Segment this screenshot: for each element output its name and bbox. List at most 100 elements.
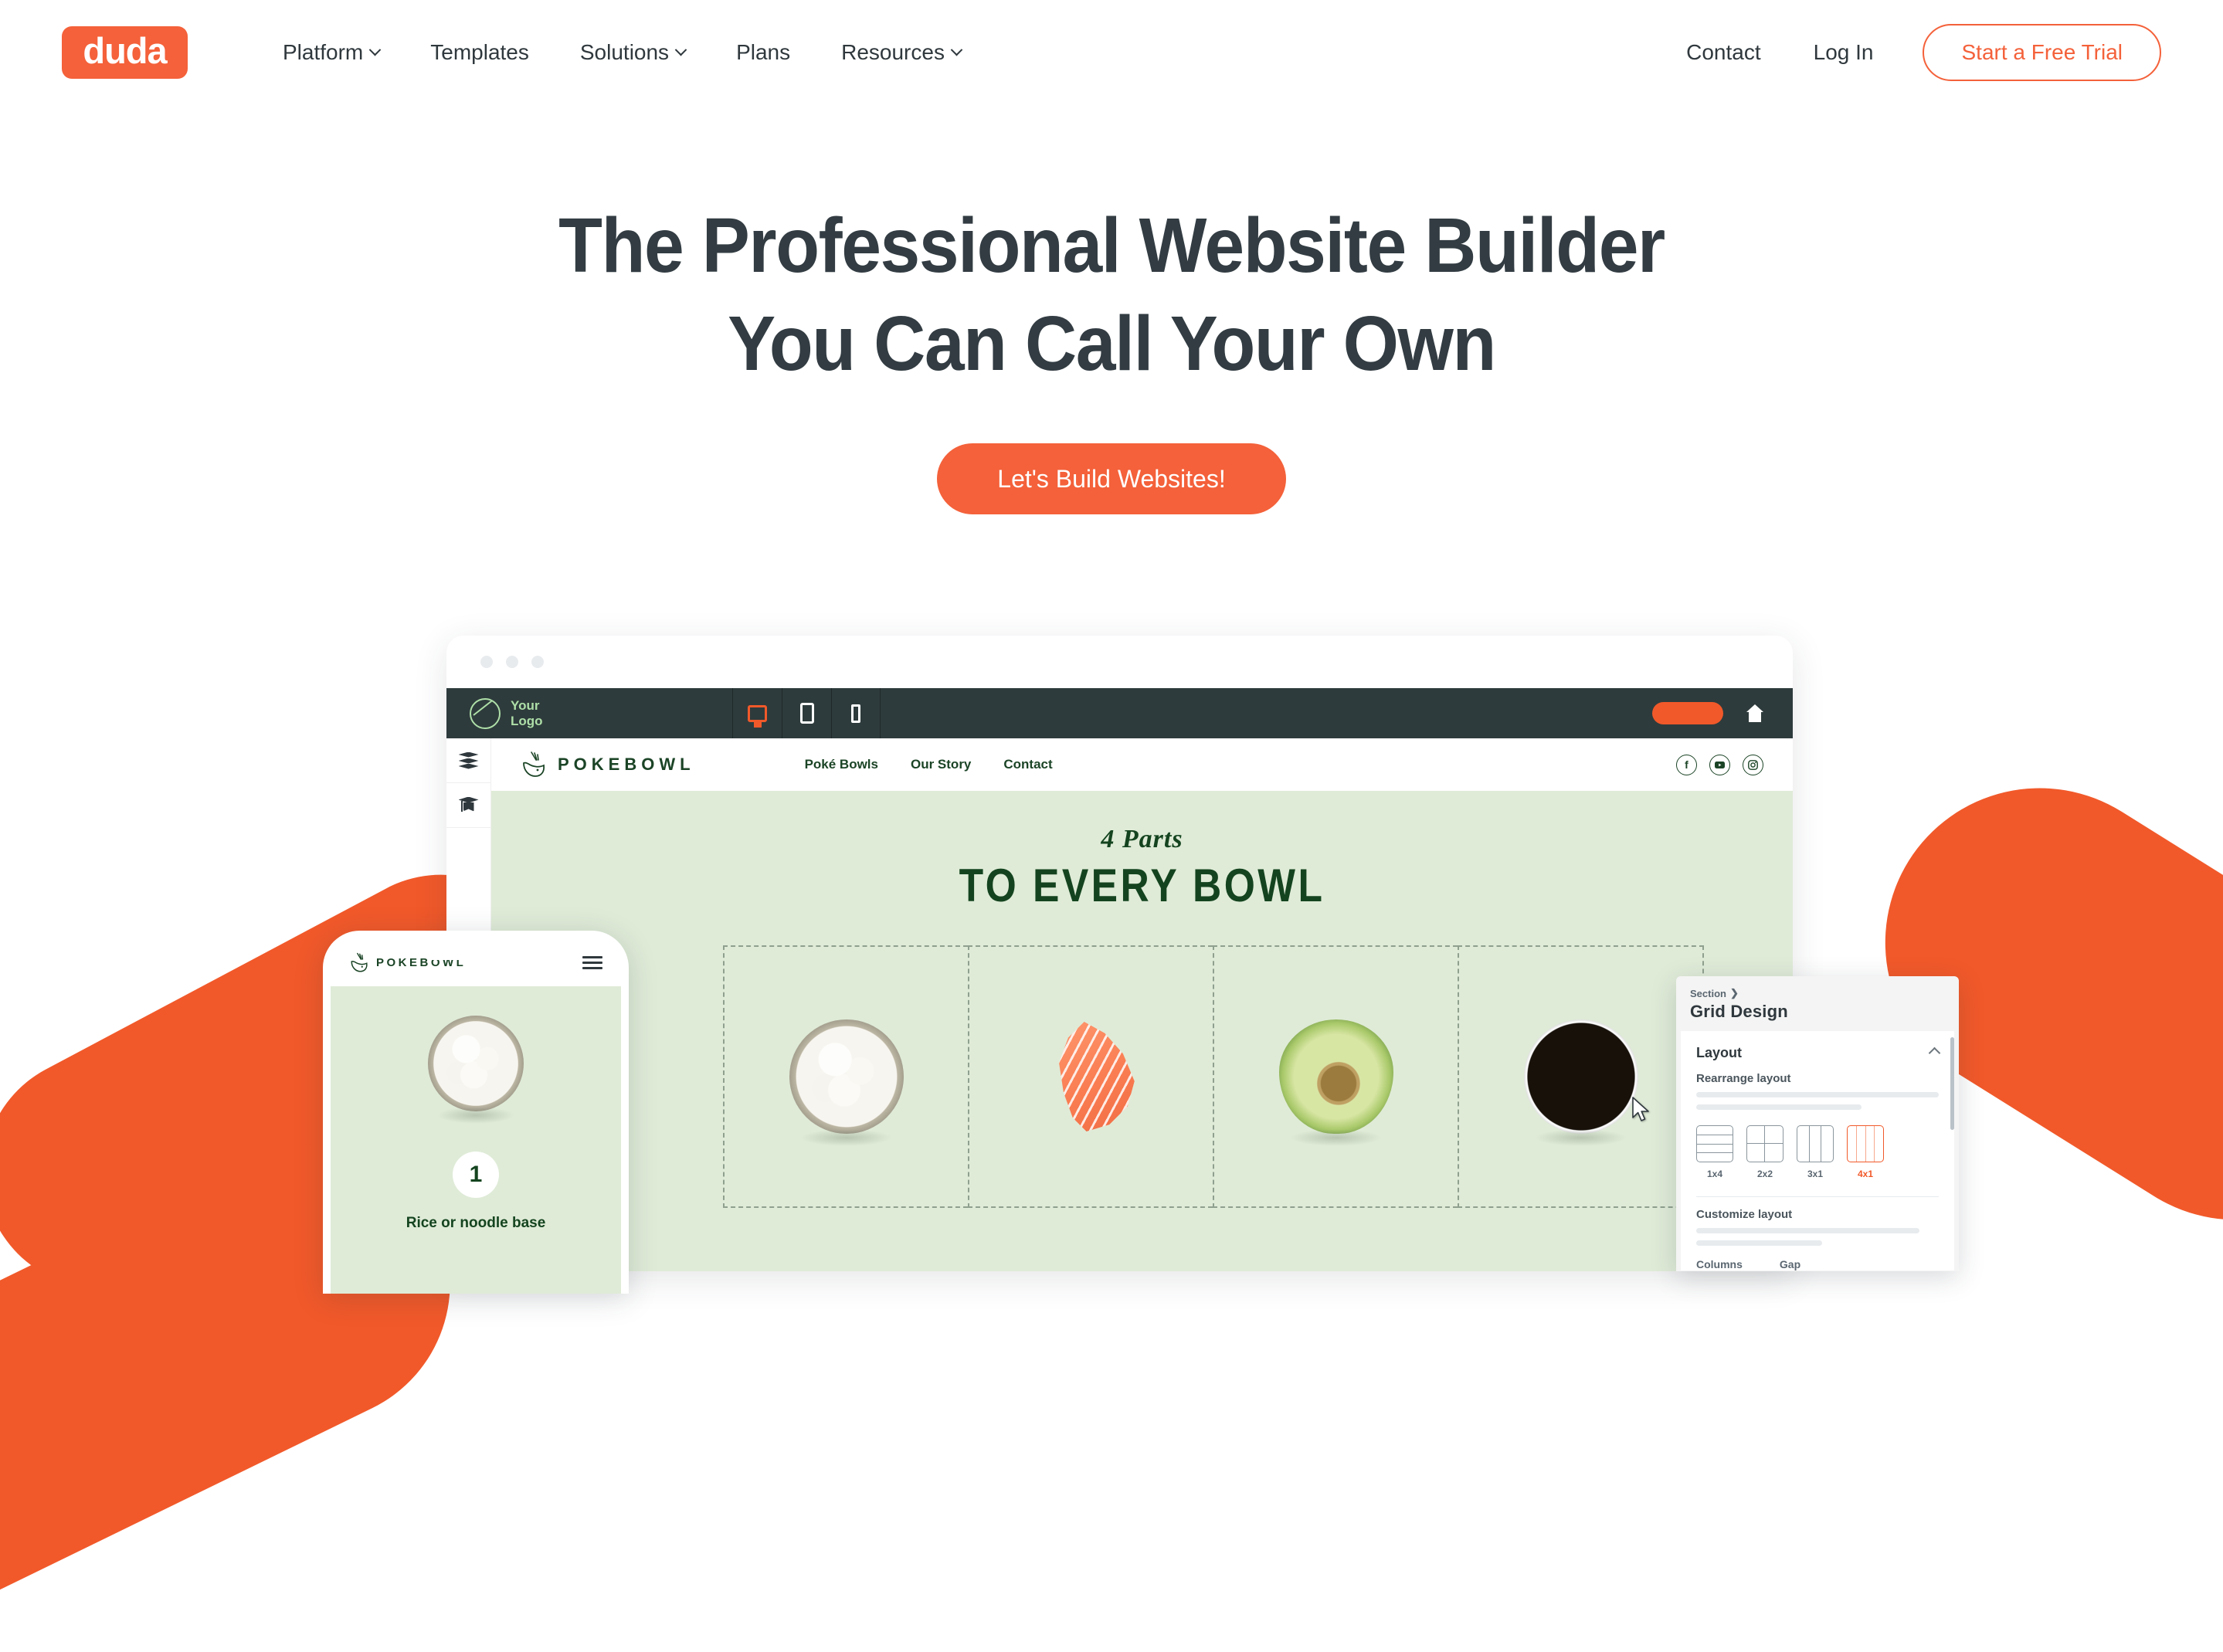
- site-header: POKEBOWL Poké Bowls Our Story Contact f: [491, 738, 1793, 791]
- hamburger-menu-icon[interactable]: [582, 953, 602, 972]
- phone-step-badge: 1: [453, 1152, 499, 1198]
- grid-design-panel: Section ❯ Grid Design Layout Rearrange l…: [1676, 976, 1959, 1271]
- mobile-icon: [851, 704, 860, 723]
- grid-cell-avocado[interactable]: [1213, 945, 1458, 1208]
- site-nav: Poké Bowls Our Story Contact: [805, 757, 1053, 772]
- panel-header: Section ❯ Grid Design: [1676, 976, 1959, 1031]
- nav-item-plans[interactable]: Plans: [711, 40, 816, 65]
- site-heading-main: TO EVERY BOWL: [959, 860, 1325, 911]
- secondary-nav-links: Contact Log In Start a Free Trial: [1660, 23, 2161, 81]
- pokebowl-mark-icon: [523, 751, 545, 777]
- publish-button[interactable]: [1652, 702, 1723, 724]
- hero-title-line-2: You Can Call Your Own: [728, 300, 1496, 387]
- device-switcher: [732, 688, 881, 738]
- editor-your-logo[interactable]: Your Logo: [470, 697, 678, 729]
- nav-item-templates-label: Templates: [430, 39, 529, 64]
- home-icon[interactable]: [1745, 704, 1765, 723]
- phone-step-caption: Rice or noodle base: [406, 1215, 546, 1231]
- avocado-half-image: [1278, 1019, 1393, 1146]
- your-logo-circle-icon: [470, 697, 501, 729]
- nav-item-contact[interactable]: Contact: [1660, 40, 1787, 65]
- your-logo-line2: Logo: [511, 713, 543, 728]
- window-minimize-dot-icon: [506, 656, 518, 668]
- hero-title-line-1: The Professional Website Builder: [558, 202, 1665, 289]
- breadcrumb[interactable]: Section ❯: [1690, 987, 1945, 999]
- duda-logo[interactable]: duda: [62, 25, 188, 79]
- site-hero-section: 4 Parts TO EVERY BOWL: [491, 791, 1793, 1271]
- nav-item-templates[interactable]: Templates: [405, 40, 555, 65]
- panel-body: Layout Rearrange layout 1x4 2x2 3x1 4x1: [1681, 1031, 1954, 1270]
- window-maximize-dot-icon: [531, 656, 544, 668]
- placeholder-line: [1696, 1104, 1862, 1110]
- layout-option-4x1-label: 4x1: [1857, 1169, 1874, 1179]
- site-nav-poke-bowls[interactable]: Poké Bowls: [805, 757, 878, 772]
- grid-cell-soy-sauce[interactable]: [1458, 945, 1704, 1208]
- nav-item-resources[interactable]: Resources: [816, 40, 986, 65]
- layout-options: 1x4 2x2 3x1 4x1: [1696, 1125, 1939, 1179]
- gap-field-label: Gap: [1779, 1258, 1801, 1270]
- layout-option-2x2[interactable]: 2x2: [1746, 1125, 1783, 1179]
- chevron-down-icon: [368, 43, 382, 56]
- editor-body: POKEBOWL Poké Bowls Our Story Contact f: [446, 738, 1793, 1271]
- pokebowl-logo[interactable]: POKEBOWL: [521, 751, 695, 779]
- rice-bowl-image: [789, 1019, 904, 1146]
- facebook-icon[interactable]: f: [1676, 754, 1697, 775]
- chevron-down-icon: [674, 43, 687, 56]
- editor-canvas: POKEBOWL Poké Bowls Our Story Contact f: [491, 738, 1793, 1271]
- page-title: The Professional Website Builder You Can…: [78, 197, 2146, 393]
- device-tablet-button[interactable]: [782, 688, 831, 738]
- window-close-dot-icon: [480, 656, 493, 668]
- chevron-up-icon[interactable]: [1928, 1046, 1941, 1060]
- panel-scrollbar[interactable]: [1950, 1037, 1954, 1130]
- chevron-down-icon: [950, 43, 963, 56]
- layout-section-header: Layout: [1696, 1045, 1941, 1061]
- pokebowl-mark-icon: [351, 952, 368, 972]
- device-mobile-button[interactable]: [831, 688, 881, 738]
- placeholder-line: [1696, 1228, 1919, 1233]
- start-free-trial-button[interactable]: Start a Free Trial: [1923, 23, 2161, 81]
- your-logo-text: Your Logo: [511, 698, 543, 728]
- nav-item-login[interactable]: Log In: [1787, 40, 1900, 65]
- breadcrumb-section-label: Section: [1690, 987, 1726, 999]
- layout-option-3x1-label: 3x1: [1807, 1169, 1824, 1179]
- layout-1x4-icon: [1696, 1125, 1733, 1162]
- grid-cell-rice[interactable]: [723, 945, 968, 1208]
- layout-option-1x4[interactable]: 1x4: [1696, 1125, 1733, 1179]
- hero-section: The Professional Website Builder You Can…: [0, 197, 2223, 514]
- start-free-trial-label: Start a Free Trial: [1961, 39, 2123, 64]
- soy-sauce-bowl-image: [1523, 1019, 1638, 1146]
- columns-field-label: Columns: [1696, 1258, 1743, 1270]
- instagram-icon[interactable]: [1743, 754, 1763, 775]
- layout-4x1-icon: [1847, 1125, 1884, 1162]
- panel-divider: [1696, 1196, 1939, 1197]
- panel-title: Grid Design: [1690, 1002, 1788, 1021]
- graduation-cap-icon: [458, 796, 479, 814]
- nav-item-solutions[interactable]: Solutions: [555, 40, 711, 65]
- site-heading-script: 4 Parts: [1101, 825, 1183, 853]
- layout-option-2x2-label: 2x2: [1756, 1169, 1773, 1179]
- salmon-slices-image: [1059, 1021, 1135, 1132]
- customize-layout-label: Customize layout: [1696, 1208, 1793, 1221]
- sidebar-item-layers[interactable]: [446, 738, 490, 783]
- youtube-icon[interactable]: [1709, 754, 1730, 775]
- nav-item-platform[interactable]: Platform: [257, 40, 405, 65]
- layout-option-4x1[interactable]: 4x1: [1847, 1125, 1884, 1179]
- customize-field-labels: Columns Gap: [1696, 1258, 1939, 1270]
- grid-cell-salmon[interactable]: [968, 945, 1213, 1208]
- phone-hero-section: 1 Rice or noodle base: [331, 986, 621, 1294]
- sidebar-item-learn[interactable]: [446, 783, 490, 828]
- placeholder-line: [1696, 1092, 1939, 1097]
- chevron-right-icon: ❯: [1729, 987, 1739, 999]
- site-nav-contact[interactable]: Contact: [1003, 757, 1052, 772]
- layers-icon: [458, 751, 479, 769]
- tablet-icon: [799, 703, 814, 724]
- device-desktop-button[interactable]: [732, 688, 782, 738]
- nav-item-plans-label: Plans: [736, 39, 791, 64]
- layout-3x1-icon: [1797, 1125, 1834, 1162]
- duda-logo-text: duda: [83, 30, 167, 71]
- site-nav-our-story[interactable]: Our Story: [911, 757, 971, 772]
- lets-build-websites-button[interactable]: Let's Build Websites!: [937, 443, 1286, 514]
- bowl-ingredients-grid: [723, 945, 1704, 1208]
- layout-option-3x1[interactable]: 3x1: [1797, 1125, 1834, 1179]
- layout-option-1x4-label: 1x4: [1706, 1169, 1723, 1179]
